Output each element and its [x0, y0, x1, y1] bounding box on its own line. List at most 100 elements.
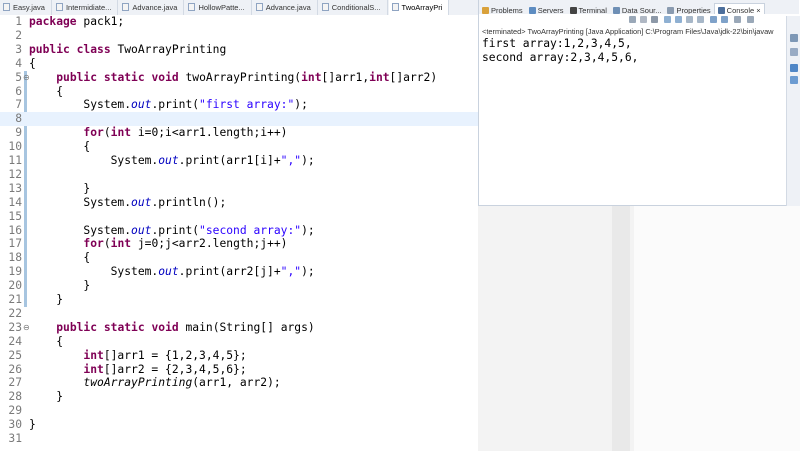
editor-tab[interactable]: TwoArrayPri — [388, 0, 450, 15]
code-line[interactable]: 22 — [0, 307, 478, 321]
word-wrap-icon[interactable] — [675, 16, 682, 23]
code-line[interactable]: 23 ⊖ public static void main(String[] arg… — [0, 321, 478, 335]
code-text: public static void twoArrayPrinting(int[… — [56, 70, 438, 84]
code-line[interactable]: 1 package pack1; — [0, 15, 478, 29]
servers-icon — [528, 7, 536, 14]
view-menu-icon[interactable] — [747, 16, 754, 23]
code-text: { — [29, 84, 64, 98]
code-line[interactable]: 4{ — [0, 57, 478, 71]
java-file-icon — [122, 3, 130, 11]
code-line[interactable]: 14 System.out.println(); — [0, 196, 478, 210]
line-number: 22 — [8, 306, 22, 320]
code-text: { — [29, 56, 36, 70]
line-number: 31 — [8, 432, 22, 445]
line-number: 24 — [8, 334, 22, 348]
editor-tab[interactable]: Easy.java — [0, 0, 52, 15]
code-text: System.out.println(); — [29, 195, 227, 209]
maximize-icon[interactable] — [790, 48, 798, 56]
view-tab[interactable]: Console × — [713, 3, 765, 14]
code-line[interactable]: 2 — [0, 29, 478, 43]
code-line[interactable]: 5 ⊖ public static void twoArrayPrinting(i… — [0, 71, 478, 85]
code-line[interactable]: 15 — [0, 210, 478, 224]
line-number: 13 — [8, 181, 22, 195]
code-line[interactable]: 10 { — [0, 140, 478, 154]
code-line[interactable]: 12 — [0, 168, 478, 182]
task-list-icon[interactable] — [790, 76, 798, 84]
code-line[interactable]: 29 — [0, 404, 478, 418]
code-line[interactable]: 11 System.out.print(arr1[i]+","); — [0, 154, 478, 168]
code-line[interactable]: 20 } — [0, 279, 478, 293]
code-line[interactable]: 17 for(int j=0;j<arr2.length;j++) — [0, 237, 478, 251]
code-text: } — [29, 293, 64, 306]
view-tab[interactable]: Properties — [664, 4, 713, 14]
show-on-output-icon[interactable] — [686, 16, 693, 23]
properties-icon — [667, 7, 675, 14]
remove-all-icon[interactable] — [651, 16, 658, 23]
editor-tab[interactable]: Intermidiate... — [53, 0, 119, 15]
code-line[interactable]: 31 — [0, 432, 478, 446]
code-text: System.out.print(arr1[i]+","); — [29, 154, 315, 167]
view-tab-label: Properties — [676, 6, 711, 14]
code-line[interactable]: 25 int[]arr1 = {1,2,3,4,5}; — [0, 349, 478, 363]
empty-workbench-area — [478, 206, 800, 451]
editor-tab[interactable]: Advance.java — [119, 0, 185, 15]
code-editor[interactable]: 1 package pack1; 2 3 public class TwoArrayPr… — [0, 15, 478, 451]
code-text: { — [29, 334, 64, 348]
line-number: 6 — [15, 84, 22, 98]
line-number: 29 — [8, 404, 22, 418]
display-console-icon[interactable] — [721, 16, 728, 23]
code-text: { — [29, 140, 91, 154]
clear-console-icon[interactable] — [629, 16, 636, 23]
terminal-icon — [569, 7, 577, 14]
line-number: 2 — [15, 28, 22, 42]
code-text: for(int j=0;j<arr2.length;j++) — [83, 237, 288, 251]
view-tab-label: Console — [726, 6, 755, 14]
view-tab[interactable]: Servers — [526, 4, 567, 14]
view-divider — [612, 206, 630, 451]
minimize-icon[interactable] — [790, 34, 798, 42]
view-tab-label: Terminal — [578, 6, 607, 14]
code-text: } — [29, 181, 91, 195]
editor-tab-label: HollowPatte... — [198, 3, 245, 12]
editor-tab-label: Intermidiate... — [65, 3, 112, 12]
code-line[interactable]: 9 for(int i=0;i<arr1.length;i++) — [0, 126, 478, 140]
code-text: { — [29, 251, 91, 265]
code-line[interactable]: 28 } — [0, 390, 478, 404]
code-line[interactable]: 27 twoArrayPrinting(arr1, arr2); — [0, 376, 478, 390]
close-icon[interactable]: × — [754, 6, 760, 14]
console-toolbar — [479, 14, 799, 25]
line-number: 4 — [15, 56, 22, 70]
code-line[interactable]: 18 { — [0, 251, 478, 265]
view-tab[interactable]: Terminal — [567, 4, 610, 14]
code-line[interactable]: 6 { — [0, 85, 478, 99]
line-number: 25 — [8, 348, 22, 362]
code-line[interactable]: 13 } — [0, 182, 478, 196]
outline-icon[interactable] — [790, 64, 798, 72]
remove-launch-icon[interactable] — [640, 16, 647, 23]
scroll-lock-icon[interactable] — [664, 16, 671, 23]
console-output-line: first array:1,2,3,4,5, — [482, 37, 632, 50]
code-line[interactable]: 19 System.out.print(arr2[j]+","); — [0, 265, 478, 279]
code-line[interactable]: 24 { — [0, 335, 478, 349]
editor-tab[interactable]: HollowPatte... — [185, 0, 252, 15]
editor-tab[interactable]: Advance.java — [253, 0, 318, 15]
code-line[interactable]: 3 public class TwoArrayPrinting — [0, 43, 478, 57]
open-console-icon[interactable] — [734, 16, 741, 23]
line-number: 30 — [8, 418, 22, 432]
code-text: } — [29, 279, 91, 293]
view-tab[interactable]: Data Sour... — [610, 4, 665, 14]
line-number: 23 — [8, 320, 22, 334]
line-number: 11 — [8, 154, 22, 167]
line-number: 10 — [8, 140, 22, 154]
java-file-icon — [321, 3, 329, 11]
pin-console-icon[interactable] — [710, 16, 717, 23]
code-line[interactable]: 26 int[]arr2 = {2,3,4,5,6}; — [0, 363, 478, 377]
code-line[interactable]: 8 — [0, 112, 478, 127]
code-line[interactable]: 16 System.out.print("second array:"); — [0, 224, 478, 238]
show-on-error-icon[interactable] — [697, 16, 704, 23]
code-line[interactable]: 7 System.out.print("first array:"); — [0, 98, 478, 112]
code-line[interactable]: 30} — [0, 418, 478, 432]
view-tab[interactable]: Problems — [479, 4, 526, 14]
code-line[interactable]: 21 } — [0, 293, 478, 307]
editor-tab[interactable]: ConditionalS... — [319, 0, 388, 15]
